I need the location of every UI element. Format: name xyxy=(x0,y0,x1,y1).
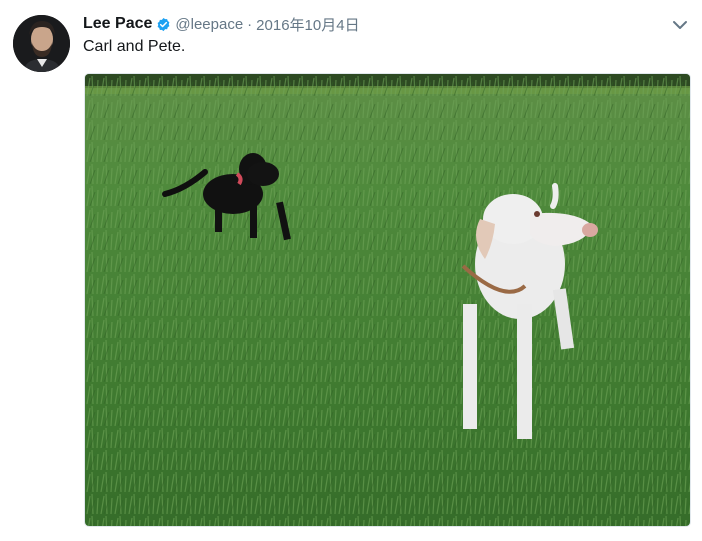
avatar[interactable] xyxy=(13,15,70,72)
tweet-photo[interactable] xyxy=(84,73,691,527)
tweet-date[interactable]: 2016年10月4日 xyxy=(256,14,359,35)
tweet-header: Lee Pace @leepace · 2016年10月4日 xyxy=(83,12,360,36)
author-name[interactable]: Lee Pace xyxy=(83,15,152,33)
chevron-down-icon[interactable] xyxy=(670,15,690,35)
tweet-text: Carl and Pete. xyxy=(83,38,186,55)
photo-illustration xyxy=(85,74,690,526)
tweet: Lee Pace @leepace · 2016年10月4日 Carl and … xyxy=(0,0,702,541)
separator-dot: · xyxy=(247,15,253,33)
author-handle[interactable]: @leepace xyxy=(175,16,243,33)
verified-badge-icon xyxy=(156,17,171,32)
